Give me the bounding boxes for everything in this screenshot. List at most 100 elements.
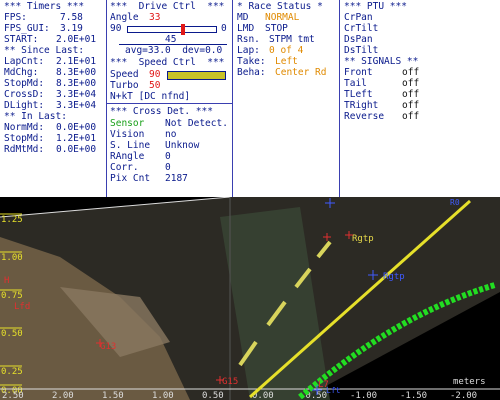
mdchg-value: 8.3E+00: [56, 67, 97, 78]
signal-tleft-label: TLeft: [344, 89, 373, 100]
label-rgtp: Rgtp: [352, 234, 374, 244]
label-h: H: [4, 276, 9, 286]
rangle-value: 0: [165, 151, 171, 162]
race-header: * Race Status *: [237, 1, 323, 12]
corr-label: Corr.: [110, 162, 139, 173]
signal-front-state: off: [402, 67, 420, 78]
ptu-header: *** PTU ***: [344, 1, 407, 12]
angle-slider-min: 90: [110, 23, 122, 34]
speed-bar: [167, 71, 226, 80]
cross-separator: [107, 103, 232, 104]
y-axis-tick-label: 1.00: [1, 253, 23, 263]
md-label: MD: [237, 12, 249, 23]
start-label: START:: [4, 34, 39, 45]
avg-dev-readout: avg=33.0 dev=0.0: [125, 45, 223, 56]
signal-tleft-state: off: [402, 89, 420, 100]
signal-reverse-state: off: [402, 111, 420, 122]
drive-column: *** Drive Ctrl *** Angle 33 90 0 45 avg=…: [107, 0, 232, 197]
start-value: 2.0E+01: [56, 34, 97, 45]
race-column: * Race Status * MD NORMAL LMD STOP Rsn. …: [233, 0, 339, 197]
pix-cnt-value: 2187: [165, 173, 188, 184]
sline-label: S. Line: [110, 140, 151, 151]
ptu-item-crpan[interactable]: CrPan: [344, 12, 373, 23]
label-g15: G15: [222, 377, 238, 387]
angle-value: 33: [149, 12, 161, 23]
lapcnt-label: LapCnt:: [4, 56, 45, 67]
normmd-label: NormMd:: [4, 122, 45, 133]
signal-front-label: Front: [344, 67, 373, 78]
stopmd2-value: 1.2E+01: [56, 133, 97, 144]
md-value: NORMAL: [265, 12, 300, 23]
x-axis-tick-label: -2.00: [450, 391, 477, 400]
rsn-value: STPM tmt: [269, 34, 315, 45]
normmd-value: 0.0E+00: [56, 122, 97, 133]
crossd-value: 3.3E+04: [56, 89, 97, 100]
signal-tright-state: off: [402, 100, 420, 111]
x-axis-tick-label: 2.50: [2, 391, 24, 400]
signal-tail-state: off: [402, 78, 420, 89]
label-lfd: Lfd: [14, 302, 30, 312]
x-axis-tick-label: -1.00: [350, 391, 377, 400]
speed-value: 90: [149, 69, 161, 80]
lmd-label: LMD: [237, 23, 255, 34]
signal-tright-label: TRight: [344, 100, 379, 111]
pix-cnt-label: Pix Cnt: [110, 173, 151, 184]
stopmd-value: 8.3E+00: [56, 78, 97, 89]
angle-slider-max: 0: [221, 23, 227, 34]
take-label: Take:: [237, 56, 266, 67]
units-label: meters: [453, 377, 486, 387]
timers-header: *** Timers ***: [4, 1, 85, 12]
camera-overlay-svg: 1.251.000.750.500.250.00 2.50 2.00 1.50 1.0…: [0, 197, 500, 400]
y-axis-tick-label: 0.75: [1, 291, 23, 301]
nkt-status: N+kT [DC nfnd]: [110, 91, 191, 102]
telemetry-panel: *** Timers *** FPS: 7.58 FPS_GUI: 3.19 S…: [0, 0, 500, 197]
label-r0: R0: [450, 198, 460, 207]
stopmd-label: StopMd:: [4, 78, 45, 89]
y-axis-tick-label: 0.50: [1, 329, 23, 339]
ptu-item-crtilt[interactable]: CrTilt: [344, 23, 378, 34]
camera-overlay-view[interactable]: 1.25 1.00 0.75 0.50 0.25 0.00 2.50 2.00 1.50 1.0…: [0, 197, 500, 400]
crossd-label: CrossD:: [4, 89, 45, 100]
lapcnt-value: 2.1E+01: [56, 56, 97, 67]
sensor-value: Not Detect.: [165, 118, 228, 129]
signals-header: ** SIGNALS **: [344, 56, 419, 67]
speed-bar-fill: [168, 72, 225, 79]
ptu-column: *** PTU *** CrPan CrTilt DsPan DsTilt **…: [340, 0, 500, 197]
fps-value: 7.58: [60, 12, 83, 23]
sensor-label: Sensor: [110, 118, 145, 129]
rdmtmd-label: RdMtMd:: [4, 144, 45, 155]
drive-header: *** Drive Ctrl ***: [110, 1, 225, 12]
angle-label: Angle: [110, 12, 139, 23]
in-last-header: ** In Last:: [4, 111, 67, 122]
dlight-value: 3.3E+04: [56, 100, 97, 111]
x-axis-tick-label: 2.00: [52, 391, 74, 400]
signal-tail-label: Tail: [344, 78, 367, 89]
ptu-item-dstilt[interactable]: DsTilt: [344, 45, 378, 56]
fps-gui-value: 3.19: [60, 23, 83, 34]
angle-slider[interactable]: [127, 24, 217, 35]
mdchg-label: MdChg:: [4, 67, 39, 78]
signal-reverse-label: Reverse: [344, 111, 385, 122]
lap-label: Lap:: [237, 45, 260, 56]
turbo-label: Turbo: [110, 80, 139, 91]
stopmd2-label: StopMd:: [4, 133, 45, 144]
turbo-value: 50: [149, 80, 161, 91]
since-last-header: ** Since Last:: [4, 45, 85, 56]
ptu-item-dspan[interactable]: DsPan: [344, 34, 373, 45]
sline-value: Unknow: [165, 140, 200, 151]
x-axis-tick-label: -1.50: [400, 391, 427, 400]
corr-value: 0: [165, 162, 171, 173]
fps-gui-label: FPS_GUI:: [4, 23, 50, 34]
rdmtmd-value: 0.0E+00: [56, 144, 97, 155]
y-axis-tick-label: 0.25: [1, 367, 23, 377]
y-axis-tick-label: 1.25: [1, 215, 23, 225]
cross-det-header: *** Cross Det. ***: [110, 106, 213, 117]
angle-slider-thumb[interactable]: [181, 24, 185, 35]
x-axis-tick-label: 0.50: [202, 391, 224, 400]
rsn-label: Rsn.: [237, 34, 260, 45]
beha-label: Beha:: [237, 67, 266, 78]
label-rgtp2: Rgtp: [383, 272, 405, 282]
x-axis-tick-label: 1.50: [102, 391, 124, 400]
dlight-label: DLight:: [4, 100, 45, 111]
beha-value: Center Rd: [275, 67, 327, 78]
